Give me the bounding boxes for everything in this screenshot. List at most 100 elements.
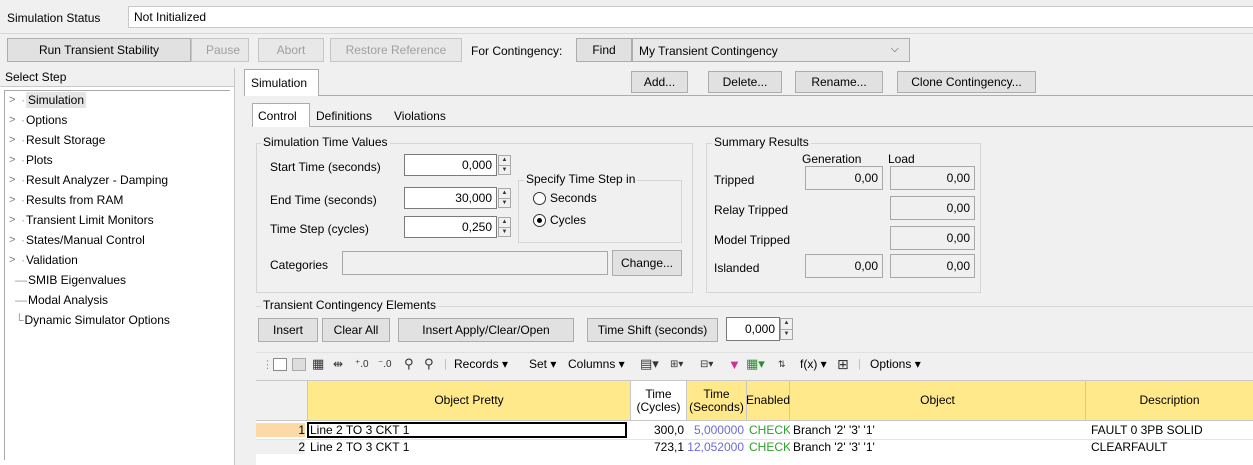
columns-menu[interactable]: Columns ▾ [568,355,625,373]
enabled-cell[interactable]: CHECK [749,423,790,437]
decimal-decrease-icon[interactable]: ⁻.0 [378,355,392,373]
options-menu[interactable]: Options ▾ [870,355,921,373]
fx-menu[interactable]: f(x) ▾ [800,355,827,373]
chevron-right-icon[interactable]: > [9,234,21,246]
chevron-right-icon[interactable]: > [9,114,21,126]
insert-apply-button[interactable]: Insert Apply/Clear/Open [398,318,574,342]
clone-contingency-button[interactable]: Clone Contingency... [897,71,1036,93]
find-button[interactable]: Find [576,38,632,62]
subtab-violations[interactable]: Violations [388,105,456,126]
chevron-right-icon[interactable]: > [9,254,21,266]
column-header-description[interactable]: Description [1086,381,1253,421]
tree-item-result-analyzer[interactable]: > · Result Analyzer - Damping [9,170,168,190]
time-step-input[interactable]: 0,250 [404,216,497,238]
relay-tripped-load-value: 0,00 [890,196,975,220]
column-header-object-pretty[interactable]: Object Pretty [308,381,631,421]
object-pretty-cell[interactable]: Line 2 TO 3 CKT 1 [310,440,628,454]
table-row[interactable]: 2 Line 2 TO 3 CKT 1 723,1 12,052000 CHEC… [256,439,1253,454]
tab-simulation[interactable]: Simulation [244,69,319,96]
aux-load-icon[interactable]: ⊞▾ [670,355,683,373]
run-transient-stability-button[interactable]: Run Transient Stability [7,38,191,62]
object-cell[interactable]: Branch '2' '3' '1' [793,440,1083,454]
tree-item-options[interactable]: > · Options [9,110,67,130]
status-label: Simulation Status [7,11,101,25]
tree-item-smib-eigenvalues[interactable]: — SMIB Eigenvalues [15,270,126,290]
export-icon[interactable]: ▤▾ [640,355,659,373]
column-resize-icon[interactable]: ⇹ [333,355,343,373]
column-header-time-seconds[interactable]: Time (Seconds) [687,381,747,421]
row-number-header[interactable] [256,381,308,421]
end-time-stepper[interactable]: ▲ ▼ [498,188,511,208]
tab-strip-line [319,95,1253,96]
change-button[interactable]: Change... [612,250,682,276]
table-row[interactable]: 1 Line 2 TO 3 CKT 1 300,0 5,000000 CHECK… [256,422,1253,438]
time-shift-button[interactable]: Time Shift (seconds) [587,318,718,342]
find-replace-icon[interactable]: ⚲ [424,355,434,373]
tree-item-validation[interactable]: > · Validation [9,250,78,270]
elements-title: Transient Contingency Elements [261,298,438,312]
aux-save-icon[interactable]: ⊟▾ [700,355,713,373]
decimal-increase-icon[interactable]: ⁺.0 [355,355,369,373]
subtab-definitions[interactable]: Definitions [310,105,388,126]
column-header-enabled[interactable]: Enabled [746,381,790,421]
pause-button[interactable]: Pause [191,38,249,62]
model-tripped-load-value: 0,00 [890,226,975,250]
restore-reference-button[interactable]: Restore Reference [330,38,462,62]
records-menu[interactable]: Records ▾ [454,355,508,373]
time-seconds-cell[interactable]: 12,052000 [687,440,744,454]
tree-item-result-storage[interactable]: > · Result Storage [9,130,105,150]
contingency-select[interactable]: My Transient Contingency ⌵ [632,38,910,62]
time-shift-stepper[interactable]: ▲ ▼ [780,318,793,340]
find-icon[interactable]: ⚲ [404,355,414,373]
cycles-radio[interactable]: Cycles [533,213,586,227]
radio-circle-selected[interactable] [533,213,546,227]
end-time-input[interactable]: 30,000 [404,187,497,209]
time-step-stepper[interactable]: ▲ ▼ [498,217,511,237]
chevron-right-icon[interactable]: > [9,174,21,186]
start-time-stepper[interactable]: ▲ ▼ [498,155,511,175]
time-cycles-cell[interactable]: 723,1 [631,440,684,454]
end-time-label: End Time (seconds) [270,193,377,207]
chevron-right-icon[interactable]: > [9,214,21,226]
tree-item-plots[interactable]: > · Plots [9,150,53,170]
categories-input[interactable] [342,251,608,275]
tree-item-modal-analysis[interactable]: — Modal Analysis [15,290,108,310]
tree-item-results-from-ram[interactable]: > · Results from RAM [9,190,123,210]
object-cell[interactable]: Branch '2' '3' '1' [793,423,1083,437]
description-cell[interactable]: FAULT 0 3PB SOLID [1091,423,1251,437]
sort-icon[interactable]: ⇅ [778,355,786,373]
time-cycles-cell[interactable]: 300,0 [631,423,684,437]
select-all-icon[interactable] [273,355,287,373]
insert-button[interactable]: Insert [258,318,318,342]
grid-icon[interactable]: ⊞ [837,355,849,373]
set-menu[interactable]: Set ▾ [529,355,556,373]
add-button[interactable]: Add... [631,71,688,93]
time-shift-input[interactable]: 0,000 [726,317,780,341]
table-options-icon[interactable]: ▦ [312,355,324,373]
time-seconds-cell[interactable]: 5,000000 [687,423,744,437]
enabled-cell[interactable]: CHECK [749,440,790,454]
chevron-right-icon[interactable]: > [9,94,21,106]
filter-icon[interactable]: ▼ [728,355,741,373]
chevron-right-icon[interactable]: > [9,154,21,166]
chevron-right-icon[interactable]: > [9,134,21,146]
seconds-radio[interactable]: Seconds [533,191,597,205]
abort-button[interactable]: Abort [258,38,324,62]
chevron-right-icon[interactable]: > [9,194,21,206]
delete-button[interactable]: Delete... [708,71,782,93]
clear-all-button[interactable]: Clear All [322,318,390,342]
column-header-time-cycles[interactable]: Time (Cycles) [631,381,687,421]
grid-blank-icon[interactable] [292,355,306,373]
rename-button[interactable]: Rename... [795,71,883,93]
tree-item-simulation[interactable]: > · Simulation [9,90,87,110]
object-pretty-cell[interactable]: Line 2 TO 3 CKT 1 [307,422,627,438]
tree-item-transient-limit-monitors[interactable]: > · Transient Limit Monitors [9,210,154,230]
radio-circle[interactable] [533,191,546,205]
column-header-object[interactable]: Object [790,381,1086,421]
description-cell[interactable]: CLEARFAULT [1091,440,1251,454]
tree-item-dynamic-simulator-options[interactable]: └ Dynamic Simulator Options [15,310,170,330]
subtab-control[interactable]: Control [252,103,310,127]
tree-item-states-manual-control[interactable]: > · States/Manual Control [9,230,145,250]
start-time-input[interactable]: 0,000 [404,154,497,176]
highlight-icon[interactable]: ▦▾ [746,355,765,373]
